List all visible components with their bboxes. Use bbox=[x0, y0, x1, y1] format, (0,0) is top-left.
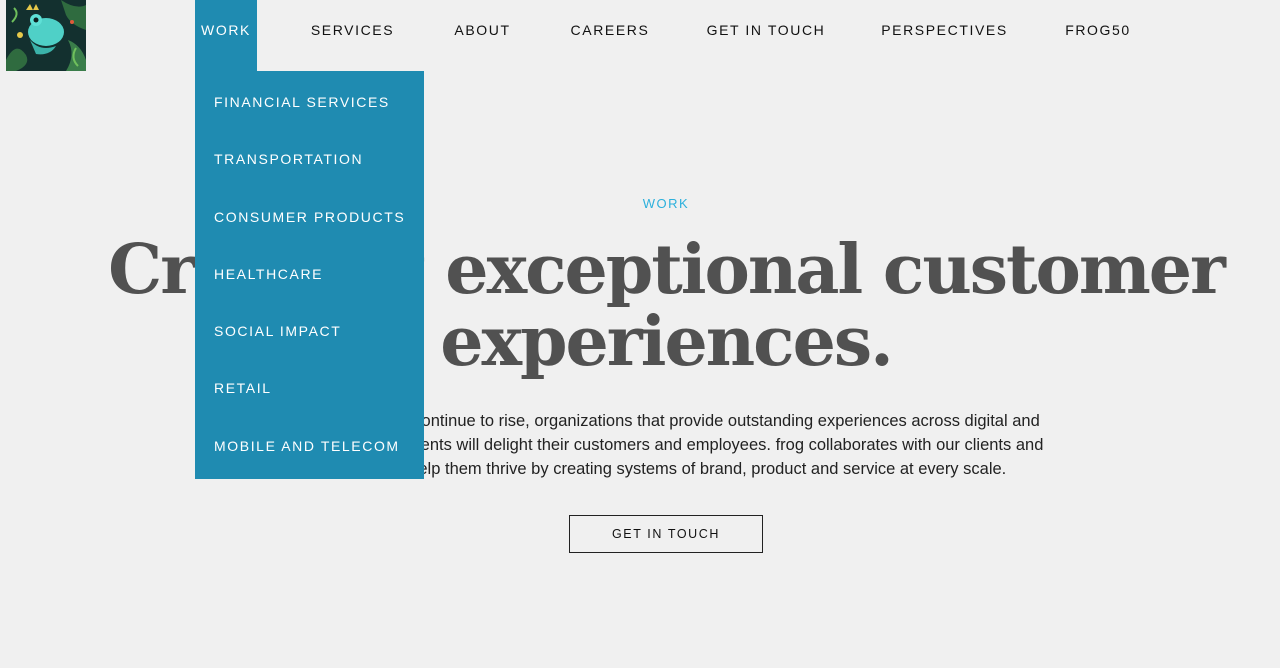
get-in-touch-button[interactable]: GET IN TOUCH bbox=[569, 515, 763, 553]
section-eyebrow: WORK bbox=[642, 196, 690, 211]
dropdown-item-mobile-and-telecom[interactable]: MOBILE AND TELECOM bbox=[214, 436, 400, 456]
dropdown-item-financial-services[interactable]: FINANCIAL SERVICES bbox=[214, 92, 390, 112]
nav-item-careers[interactable]: CAREERS bbox=[566, 0, 654, 60]
dropdown-item-consumer-products[interactable]: CONSUMER PRODUCTS bbox=[214, 207, 405, 227]
dropdown-item-social-impact[interactable]: SOCIAL IMPACT bbox=[214, 321, 341, 341]
frog-illustration-icon bbox=[6, 0, 86, 71]
dropdown-item-retail[interactable]: RETAIL bbox=[214, 378, 272, 398]
nav-item-frog50[interactable]: FROG50 bbox=[1058, 0, 1138, 60]
nav-item-about[interactable]: ABOUT bbox=[447, 0, 518, 60]
headline-line-2: experiences. bbox=[440, 302, 894, 382]
nav-item-perspectives[interactable]: PERSPECTIVES bbox=[878, 0, 1011, 60]
logo[interactable] bbox=[6, 0, 86, 71]
dropdown-item-healthcare[interactable]: HEALTHCARE bbox=[214, 264, 323, 284]
dropdown-item-transportation[interactable]: TRANSPORTATION bbox=[214, 149, 363, 169]
nav-item-services[interactable]: SERVICES bbox=[305, 0, 400, 60]
nav-item-work[interactable]: WORK bbox=[195, 0, 257, 71]
nav-item-get-in-touch[interactable]: GET IN TOUCH bbox=[701, 0, 831, 60]
headline-line-1: Creating exceptional customer bbox=[108, 230, 1226, 310]
work-dropdown-menu: FINANCIAL SERVICES TRANSPORTATION CONSUM… bbox=[195, 71, 424, 479]
page-headline: Creating exceptional customer experience… bbox=[0, 234, 1280, 378]
